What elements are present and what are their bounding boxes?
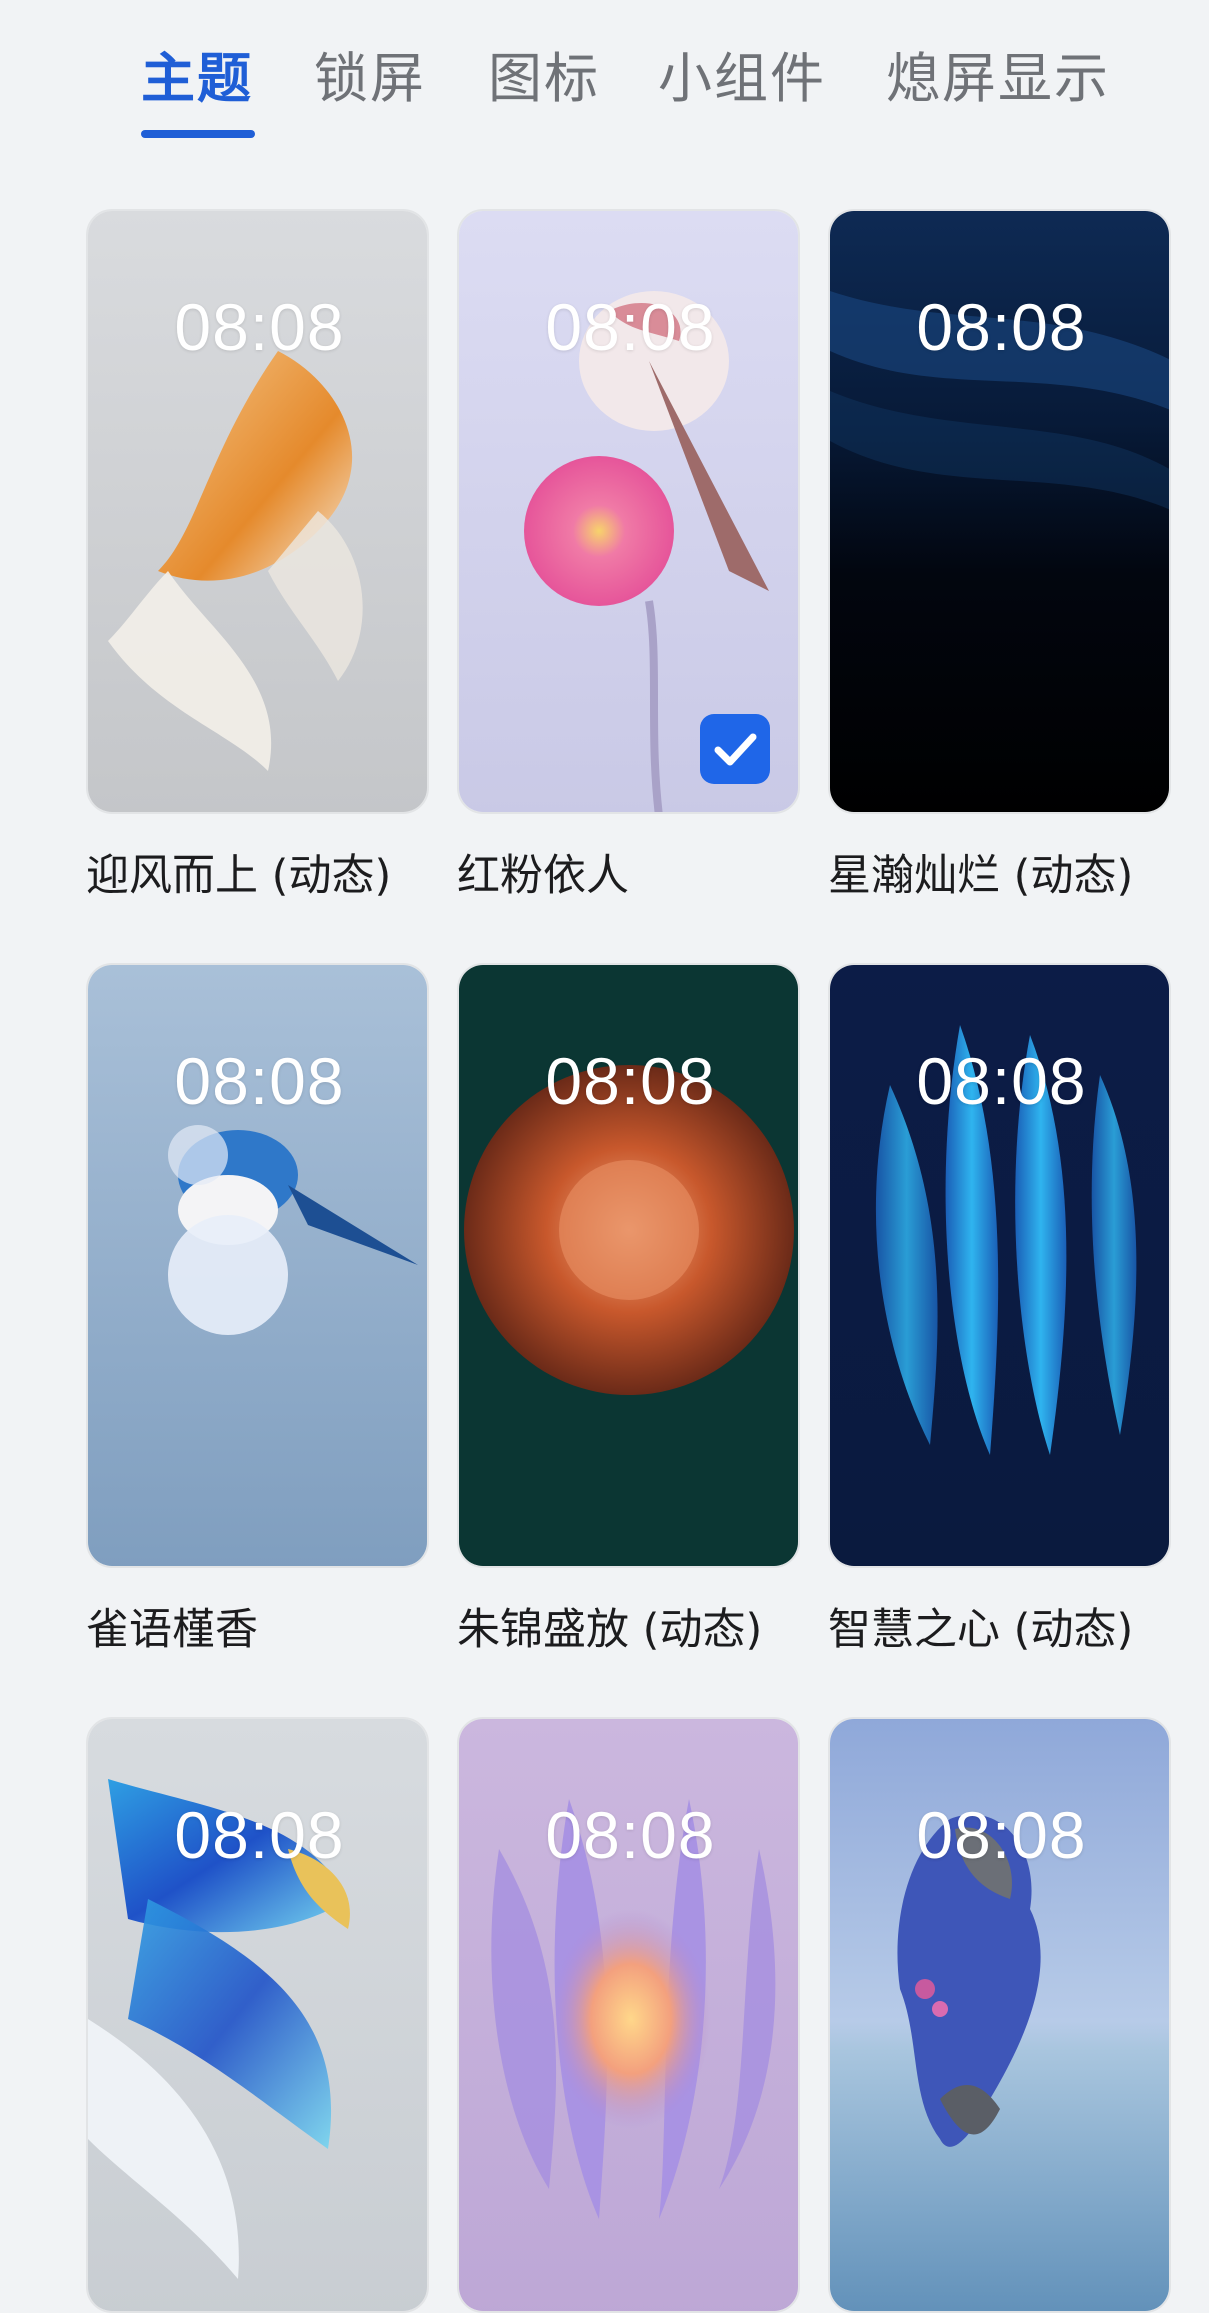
theme-card-8[interactable]: 08:08 [457, 1717, 800, 2313]
theme-card-9[interactable]: 08:08 [828, 1717, 1171, 2313]
preview-clock: 08:08 [545, 290, 716, 364]
preview-clock: 08:08 [174, 1044, 345, 1118]
preview-clock: 08:08 [916, 1044, 1087, 1118]
preview-clock: 08:08 [174, 1798, 345, 1872]
theme-title: 雀语槿香 [86, 1605, 258, 1655]
theme-card-zhujin[interactable]: 08:08 [457, 963, 800, 1568]
theme-title: 迎风而上 (动态) [86, 851, 392, 901]
theme-title: 星瀚灿烂 (动态) [828, 851, 1134, 901]
theme-title: 智慧之心 (动态) [828, 1605, 1134, 1655]
theme-card-yingfeng[interactable]: 08:08 [86, 209, 429, 814]
preview-clock: 08:08 [174, 290, 345, 364]
theme-card-hongfen[interactable]: 08:08 [457, 209, 800, 814]
theme-card-queyu[interactable]: 08:08 [86, 963, 429, 1568]
theme-card-xinghan[interactable]: 08:08 [828, 209, 1171, 814]
preview-clock: 08:08 [916, 290, 1087, 364]
preview-clock: 08:08 [545, 1044, 716, 1118]
preview-clock: 08:08 [545, 1798, 716, 1872]
theme-title: 红粉依人 [457, 851, 629, 901]
theme-card-zhihui[interactable]: 08:08 [828, 963, 1171, 1568]
theme-card-7[interactable]: 08:08 [86, 1717, 429, 2313]
theme-grid: 08:08 08:08 08:08 迎风而上 (动态) 红粉依人 星瀚灿烂 (动… [0, 0, 1209, 2313]
selected-check-icon [700, 714, 770, 784]
preview-clock: 08:08 [916, 1798, 1087, 1872]
theme-title: 朱锦盛放 (动态) [457, 1605, 763, 1655]
